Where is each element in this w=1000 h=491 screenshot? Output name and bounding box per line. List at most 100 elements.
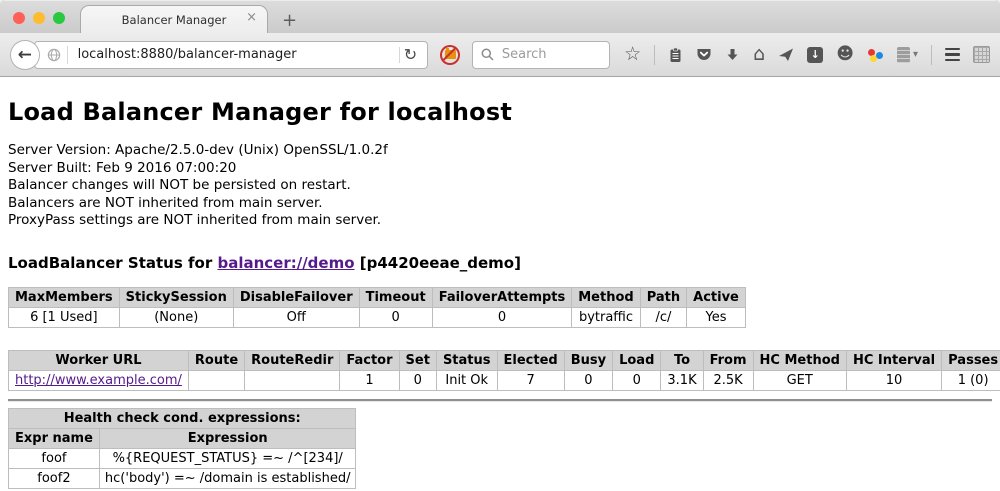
cell: Off — [233, 307, 359, 327]
site-identity-globe-icon[interactable] — [47, 48, 61, 62]
urlbar-divider — [67, 46, 68, 64]
column-header: Timeout — [359, 287, 432, 307]
column-header: Load — [613, 350, 661, 370]
column-header: MaxMembers — [9, 287, 120, 307]
chevron-down-icon: ▾ — [913, 49, 918, 60]
minimize-window-button[interactable] — [33, 12, 45, 24]
search-input[interactable] — [500, 46, 601, 63]
column-header: From — [703, 350, 753, 370]
home-icon[interactable]: ⌂ — [753, 45, 765, 64]
tab-title: Balancer Manager — [122, 13, 227, 27]
table-row: foof %{REQUEST_STATUS} =~ /^[234]/ — [9, 448, 356, 468]
column-header: To — [661, 350, 703, 370]
url-bar[interactable]: ↻ — [34, 41, 429, 69]
tab-close-icon[interactable]: × — [246, 11, 257, 24]
column-header: Elected — [497, 350, 564, 370]
plugin-blocked-icon[interactable] — [439, 44, 461, 66]
column-header: Path — [640, 287, 686, 307]
cell: 2.5K — [703, 370, 753, 390]
cell: 7 — [497, 370, 564, 390]
cell: hc('body') =~ /domain is established/ — [99, 468, 356, 488]
heading-prefix: LoadBalancer Status for — [8, 254, 217, 272]
reload-icon[interactable]: ↻ — [399, 47, 421, 63]
notebook-pad-icon — [897, 47, 910, 63]
table-row: foof2 hc('body') =~ /domain is establish… — [9, 468, 356, 488]
url-input[interactable] — [76, 46, 399, 63]
column-header: RouteRedir — [245, 350, 340, 370]
cell: 1 (0) — [942, 370, 1000, 390]
column-header: Set — [399, 350, 436, 370]
close-window-button[interactable] — [13, 12, 25, 24]
health-check-table: Health check cond. expressions: Expr nam… — [8, 408, 356, 489]
divider — [8, 399, 992, 401]
table-header-row: Worker URL Route RouteRedir Factor Set S… — [9, 350, 1000, 370]
worker-status-table: Worker URL Route RouteRedir Factor Set S… — [8, 350, 1000, 391]
browser-window: Balancer Manager × + ← ↻ ☆ — [0, 0, 1000, 491]
cell: 6 [1 Used] — [9, 307, 120, 327]
balancer-settings-table: MaxMembers StickySession DisableFailover… — [8, 287, 746, 328]
column-header: Expression — [99, 428, 356, 448]
page-content: Load Balancer Manager for localhost Serv… — [0, 77, 1000, 490]
pocket-icon[interactable] — [696, 47, 712, 62]
cell: bytraffic — [572, 307, 640, 327]
search-icon — [481, 48, 494, 61]
persist-notice-line: Balancer changes will NOT be persisted o… — [8, 177, 992, 195]
download-badge-icon[interactable]: ↓ — [807, 47, 823, 63]
cell: foof — [9, 448, 100, 468]
health-table-title: Health check cond. expressions: — [9, 408, 356, 428]
column-header: FailoverAttempts — [432, 287, 572, 307]
cell: 0 — [359, 307, 432, 327]
table-header-row: MaxMembers StickySession DisableFailover… — [9, 287, 746, 307]
zoom-window-button[interactable] — [53, 12, 65, 24]
column-header: Method — [572, 287, 640, 307]
worker-url-cell: http://www.example.com/ — [9, 370, 189, 390]
table-header-row: Expr name Expression — [9, 428, 356, 448]
cell: 0 — [399, 370, 436, 390]
cell: 0 — [564, 370, 612, 390]
balancers-notice-line: Balancers are NOT inherited from main se… — [8, 195, 992, 213]
cell — [245, 370, 340, 390]
column-header: Route — [188, 350, 244, 370]
cell: foof2 — [9, 468, 100, 488]
cell: 1 — [340, 370, 399, 390]
server-built-line: Server Built: Feb 9 2016 07:00:20 — [8, 160, 992, 178]
cell: 10 — [846, 370, 941, 390]
search-bar[interactable] — [472, 41, 610, 69]
tab-bar: Balancer Manager × + — [0, 0, 1000, 33]
downloads-icon[interactable] — [725, 47, 740, 62]
grid-extension-icon[interactable] — [973, 46, 990, 63]
balancer-status-heading: LoadBalancer Status for balancer://demo … — [8, 254, 992, 272]
heading-suffix: [p4420eeae_demo] — [355, 254, 521, 272]
column-header: Active — [687, 287, 746, 307]
window-controls — [13, 12, 65, 24]
cell: /c/ — [640, 307, 686, 327]
new-tab-button[interactable]: + — [282, 12, 297, 30]
cell: (None) — [119, 307, 233, 327]
cell: Yes — [687, 307, 746, 327]
smiley-icon[interactable]: ☻ — [836, 46, 854, 63]
column-header: DisableFailover — [233, 287, 359, 307]
column-header: Factor — [340, 350, 399, 370]
notebook-extension-icon[interactable]: ▾ — [897, 47, 918, 63]
cell: GET — [753, 370, 846, 390]
column-header: Busy — [564, 350, 612, 370]
column-header: Expr name — [9, 428, 100, 448]
server-version-line: Server Version: Apache/2.5.0-dev (Unix) … — [8, 142, 992, 160]
menu-icon[interactable] — [945, 48, 960, 62]
worker-url-link[interactable]: http://www.example.com/ — [15, 373, 182, 388]
cell: 3.1K — [661, 370, 703, 390]
colored-dots-extension-icon[interactable] — [867, 47, 884, 63]
clipboard-icon[interactable] — [668, 47, 683, 63]
back-button[interactable]: ← — [10, 40, 40, 70]
cell: Init Ok — [436, 370, 497, 390]
browser-tab[interactable]: Balancer Manager × — [80, 5, 268, 33]
page-title: Load Balancer Manager for localhost — [8, 98, 992, 126]
cell: 0 — [432, 307, 572, 327]
cell: 0 — [613, 370, 661, 390]
send-plane-icon[interactable] — [778, 47, 794, 62]
bookmark-star-icon[interactable]: ☆ — [624, 45, 641, 64]
balancer-demo-link[interactable]: balancer://demo — [217, 254, 354, 272]
toolbar-divider — [931, 45, 932, 65]
toolbar-divider — [654, 45, 655, 65]
column-header: Status — [436, 350, 497, 370]
